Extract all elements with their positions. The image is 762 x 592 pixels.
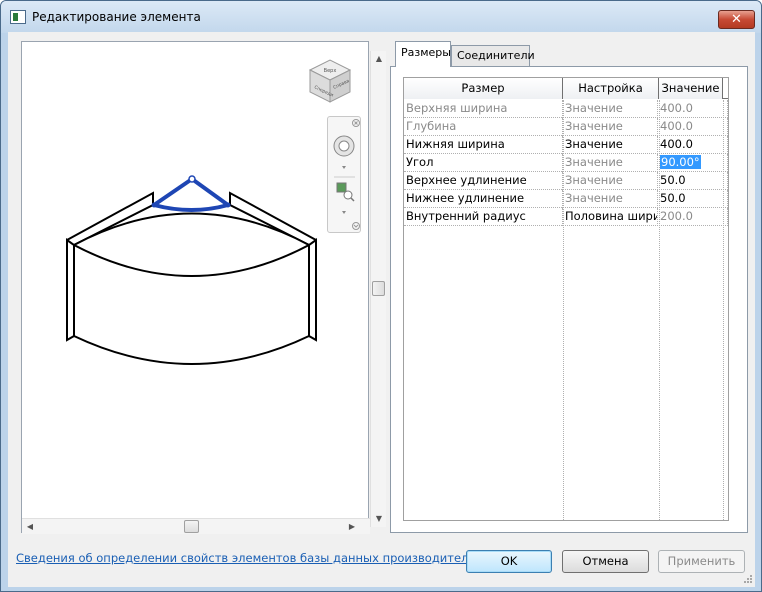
table-row[interactable]: Нижняя ширина Значение 400.0 xyxy=(404,136,728,154)
setting-cell[interactable]: Половина шири xyxy=(563,208,658,226)
resize-grip-icon[interactable] xyxy=(741,574,753,586)
grid-rows: Верхняя ширина Значение 400.0 Глубина Значен… xyxy=(404,100,728,226)
size-name-cell-text: Внутренний радиус xyxy=(406,209,526,223)
size-name-cell[interactable]: Нижняя ширина xyxy=(404,136,563,154)
value-cell[interactable]: 50.0 xyxy=(658,172,728,190)
value-cell-text: 50.0 xyxy=(660,173,686,187)
value-cell[interactable]: 400.0 xyxy=(658,100,728,118)
setting-cell[interactable]: Значение xyxy=(563,118,658,136)
value-cell-text: 200.0 xyxy=(660,209,693,223)
setting-cell-text: Значение xyxy=(565,119,623,133)
setting-cell[interactable]: Значение xyxy=(563,172,658,190)
steering-wheel-icon xyxy=(333,135,355,157)
size-name-cell[interactable]: Нижнее удлинение xyxy=(404,190,563,208)
title-bar[interactable]: Редактирование элемента ✕ xyxy=(1,1,761,33)
dimensions-panel: Размер Настройка Значение Верхняя ширина… xyxy=(390,66,748,533)
setting-cell[interactable]: Значение xyxy=(563,154,658,172)
column-header-setting[interactable]: Настройка xyxy=(563,78,659,99)
value-cell[interactable]: 50.0 xyxy=(658,190,728,208)
properties-tabs: Размеры Соединители Размер Настройка Зна… xyxy=(390,41,748,533)
preview-viewport[interactable]: Верх Спереди Справа ▲ ▼ ◀ ▶ xyxy=(21,41,386,534)
size-name-cell-text: Угол xyxy=(406,155,434,169)
table-row[interactable]: Угол Значение 90.00° xyxy=(404,154,728,172)
fitting-preview-drawing xyxy=(66,175,317,365)
zoom-icon xyxy=(336,182,355,202)
column-header-size[interactable]: Размер xyxy=(404,78,563,99)
scroll-down-arrow[interactable]: ▼ xyxy=(371,511,387,527)
setting-cell-text: Значение xyxy=(565,173,623,187)
table-row[interactable]: Глубина Значение 400.0 xyxy=(404,118,728,136)
size-name-cell-text: Нижняя ширина xyxy=(406,137,505,151)
setting-cell[interactable]: Значение xyxy=(563,100,658,118)
grid-header: Размер Настройка Значение xyxy=(404,78,728,99)
setting-cell-text: Значение xyxy=(565,137,623,151)
tab-connectors[interactable]: Соединители xyxy=(451,45,535,66)
size-name-cell[interactable]: Глубина xyxy=(404,118,563,136)
value-cell-text: 50.0 xyxy=(660,191,686,205)
vertical-scroll-thumb[interactable] xyxy=(372,281,385,296)
close-button[interactable]: ✕ xyxy=(718,10,755,29)
size-name-cell-text: Верхнее удлинение xyxy=(406,173,527,187)
scroll-up-arrow[interactable]: ▲ xyxy=(371,51,387,67)
vertical-scrollbar[interactable]: ▲ ▼ xyxy=(370,51,386,527)
scroll-left-arrow[interactable]: ◀ xyxy=(22,519,38,535)
table-row[interactable]: Верхнее удлинение Значение 50.0 xyxy=(404,172,728,190)
setting-cell-text: Значение xyxy=(565,101,623,115)
horizontal-scrollbar[interactable]: ◀ ▶ xyxy=(22,518,370,534)
setting-cell[interactable]: Значение xyxy=(563,190,658,208)
table-row[interactable]: Нижнее удлинение Значение 50.0 xyxy=(404,190,728,208)
horizontal-scroll-thumb[interactable] xyxy=(184,520,199,533)
value-cell[interactable]: 200.0 xyxy=(658,208,728,226)
column-header-value[interactable]: Значение xyxy=(659,78,723,99)
cancel-button[interactable]: Отмена xyxy=(562,550,649,573)
value-cell-text: 400.0 xyxy=(660,119,693,133)
table-row[interactable]: Верхняя ширина Значение 400.0 xyxy=(404,100,728,118)
table-row[interactable]: Внутренний радиус Половина шири 200.0 xyxy=(404,208,728,226)
setting-cell-text: Половина шири xyxy=(565,209,658,223)
viewcube-top-label: Верх xyxy=(324,68,337,74)
size-name-cell[interactable]: Внутренний радиус xyxy=(404,208,563,226)
value-cell[interactable]: 90.00° xyxy=(658,154,728,172)
navigation-bar xyxy=(327,116,361,233)
dialog-window: Редактирование элемента ✕ Верх Спереди С… xyxy=(0,0,762,592)
dialog-client-area: Верх Спереди Справа ▲ ▼ ◀ ▶ Размеры Соед… xyxy=(8,32,755,587)
dimensions-grid: Размер Настройка Значение Верхняя ширина… xyxy=(403,77,729,521)
size-name-cell-text: Верхняя ширина xyxy=(406,101,508,115)
apply-button[interactable]: Применить xyxy=(658,550,745,573)
value-cell[interactable]: 400.0 xyxy=(658,118,728,136)
viewcube-icon[interactable]: Верх Спереди Справа xyxy=(306,56,354,104)
scroll-right-arrow[interactable]: ▶ xyxy=(344,519,360,535)
setting-cell-text: Значение xyxy=(565,155,623,169)
setting-cell-text: Значение xyxy=(565,191,623,205)
value-cell-text: 400.0 xyxy=(660,137,693,151)
size-name-cell[interactable]: Верхнее удлинение xyxy=(404,172,563,190)
value-cell[interactable]: 400.0 xyxy=(658,136,728,154)
value-cell-text: 90.00° xyxy=(660,155,701,169)
tab-dimensions[interactable]: Размеры xyxy=(395,41,451,67)
size-name-cell-text: Нижнее удлинение xyxy=(406,191,525,205)
size-name-cell-text: Глубина xyxy=(406,119,457,133)
angle-marker xyxy=(152,177,230,212)
ok-button[interactable]: OK xyxy=(466,550,552,573)
size-name-cell[interactable]: Угол xyxy=(404,154,563,172)
size-name-cell[interactable]: Верхняя ширина xyxy=(404,100,563,118)
app-icon xyxy=(10,10,26,24)
setting-cell[interactable]: Значение xyxy=(563,136,658,154)
window-title: Редактирование элемента xyxy=(32,10,201,24)
value-cell-text: 400.0 xyxy=(660,101,693,115)
manufacturer-info-link[interactable]: Сведения об определении свойств элементо… xyxy=(16,551,475,565)
